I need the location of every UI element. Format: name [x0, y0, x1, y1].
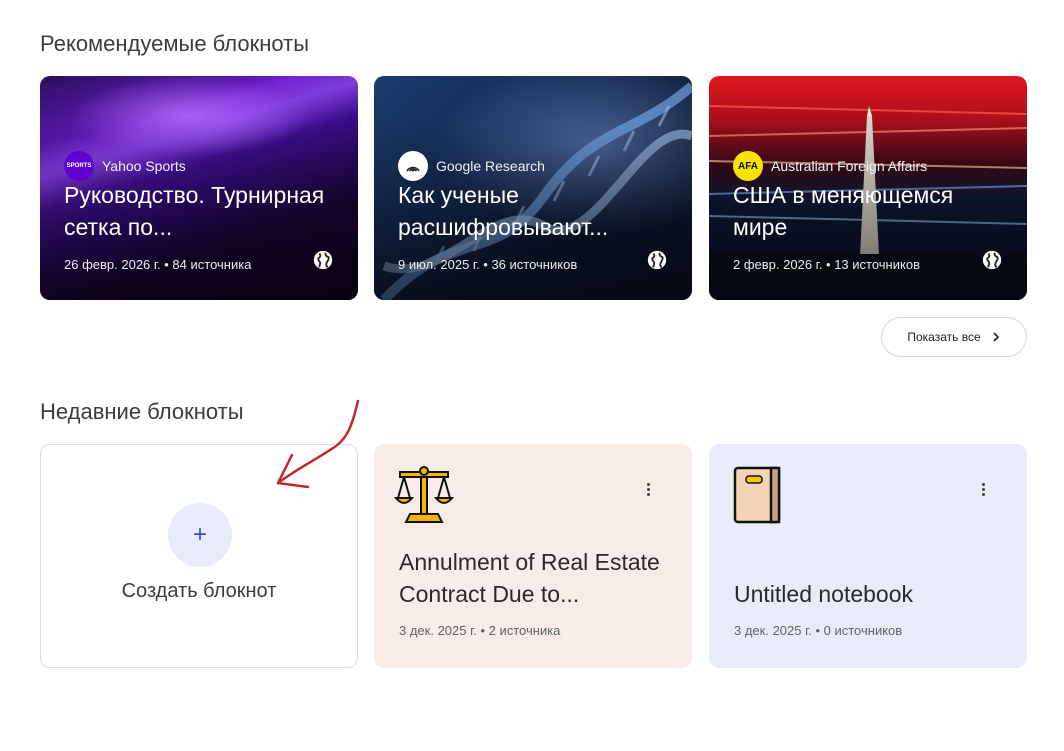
card-meta: 9 июл. 2025 г. • 36 источников	[398, 257, 578, 272]
create-notebook-card[interactable]: + Создать блокнот	[40, 444, 358, 668]
card-source-name: Yahoo Sports	[102, 158, 186, 174]
show-all-button[interactable]: Показать все	[881, 317, 1027, 357]
card-source-name: Australian Foreign Affairs	[771, 158, 928, 174]
globe-icon	[313, 250, 333, 270]
globe-icon	[647, 250, 667, 270]
afa-logo: AFA	[733, 151, 763, 181]
featured-notebook-card[interactable]: Google Research Как ученые расшифровываю…	[374, 76, 692, 300]
google-research-logo	[398, 151, 428, 181]
featured-notebook-card[interactable]: AFA Australian Foreign Affairs США в мен…	[709, 76, 1027, 300]
more-options-icon[interactable]	[969, 478, 997, 500]
plus-icon: +	[168, 503, 232, 567]
card-source: AFA Australian Foreign Affairs	[733, 151, 927, 181]
show-all-label: Показать все	[907, 330, 981, 344]
more-options-icon[interactable]	[634, 478, 662, 500]
card-meta: 26 февр. 2026 г. • 84 источника	[64, 257, 252, 272]
chevron-right-icon	[993, 332, 999, 342]
card-source: SPORTS Yahoo Sports	[64, 151, 186, 181]
card-source: Google Research	[398, 151, 545, 181]
featured-notebook-card[interactable]: SPORTS Yahoo Sports Руководство. Турнирн…	[40, 76, 358, 300]
notebook-meta: 3 дек. 2025 г. • 2 источника	[399, 623, 561, 638]
notebook-title: Annulment of Real Estate Contract Due to…	[399, 549, 660, 607]
notebook-meta: 3 дек. 2025 г. • 0 источников	[734, 623, 903, 638]
card-title: Руководство. Турнирная сетка по...	[64, 182, 325, 240]
card-meta: 2 февр. 2026 г. • 13 источников	[733, 257, 920, 272]
recent-section-title: Недавние блокноты	[40, 399, 244, 424]
card-title: США в меняющемся мире	[733, 182, 954, 240]
scales-icon	[394, 466, 454, 523]
globe-icon	[982, 250, 1002, 270]
featured-section-title: Рекомендуемые блокноты	[40, 31, 310, 56]
yahoo-sports-logo: SPORTS	[64, 151, 94, 181]
notebook-card[interactable]: Untitled notebook 3 дек. 2025 г. • 0 ист…	[709, 444, 1027, 668]
card-title: Как ученые расшифровывают...	[398, 182, 609, 240]
card-source-name: Google Research	[436, 158, 545, 174]
notebook-title: Untitled notebook	[734, 581, 914, 607]
notebook-card[interactable]: Annulment of Real Estate Contract Due to…	[374, 444, 692, 668]
create-notebook-label: Создать блокнот	[121, 580, 277, 602]
notebook-icon	[733, 466, 781, 524]
